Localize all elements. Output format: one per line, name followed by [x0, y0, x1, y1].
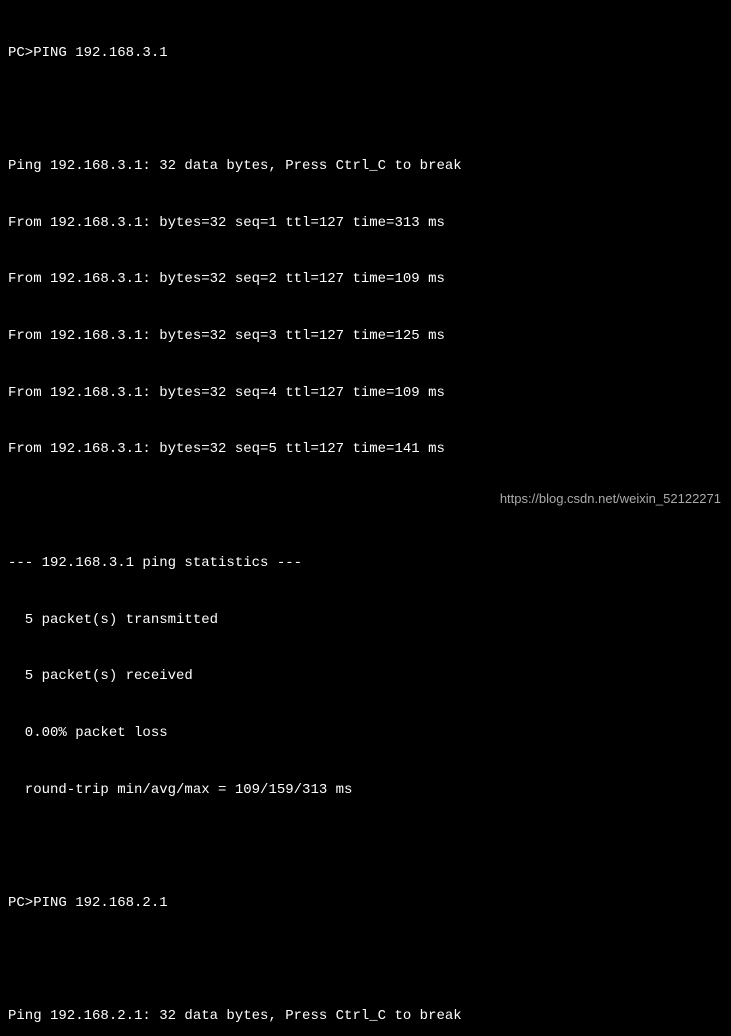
watermark-text: https://blog.csdn.net/weixin_52122271	[500, 490, 721, 508]
stats-loss: 0.00% packet loss	[8, 724, 723, 743]
blank-line	[8, 837, 723, 856]
stats-header: --- 192.168.3.1 ping statistics ---	[8, 554, 723, 573]
ping-reply: From 192.168.3.1: bytes=32 seq=3 ttl=127…	[8, 327, 723, 346]
ping-header: Ping 192.168.2.1: 32 data bytes, Press C…	[8, 1007, 723, 1026]
command-prompt: PC>PING 192.168.2.1	[8, 894, 723, 913]
ping-reply: From 192.168.3.1: bytes=32 seq=5 ttl=127…	[8, 440, 723, 459]
stats-rtt: round-trip min/avg/max = 109/159/313 ms	[8, 781, 723, 800]
ping-reply: From 192.168.3.1: bytes=32 seq=1 ttl=127…	[8, 214, 723, 233]
terminal-output[interactable]: PC>PING 192.168.3.1 Ping 192.168.3.1: 32…	[8, 6, 723, 1036]
stats-received: 5 packet(s) received	[8, 667, 723, 686]
blank-line	[8, 951, 723, 970]
command-prompt: PC>PING 192.168.3.1	[8, 44, 723, 63]
ping-header: Ping 192.168.3.1: 32 data bytes, Press C…	[8, 157, 723, 176]
stats-transmitted: 5 packet(s) transmitted	[8, 611, 723, 630]
blank-line	[8, 100, 723, 119]
ping-reply: From 192.168.3.1: bytes=32 seq=2 ttl=127…	[8, 270, 723, 289]
ping-reply: From 192.168.3.1: bytes=32 seq=4 ttl=127…	[8, 384, 723, 403]
